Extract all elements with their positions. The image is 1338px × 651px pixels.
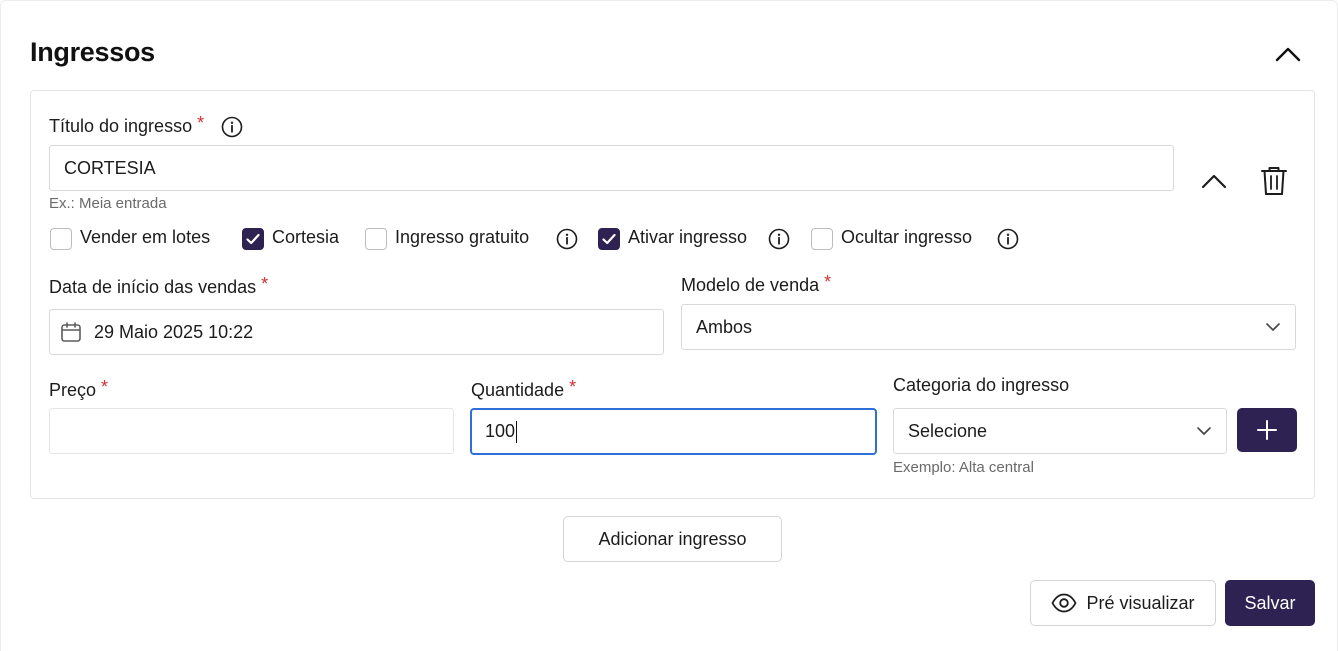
- checkbox-label: Vender em lotes: [80, 227, 211, 247]
- delete-ticket-button[interactable]: [1257, 163, 1291, 199]
- sale-model-value: Ambos: [696, 316, 753, 337]
- chevron-up-icon: [1201, 174, 1227, 189]
- start-date-input[interactable]: 29 Maio 2025 10:22: [49, 309, 664, 355]
- info-icon[interactable]: [768, 228, 790, 250]
- price-input[interactable]: [49, 408, 454, 454]
- info-icon[interactable]: [221, 116, 243, 138]
- category-helper: Exemplo: Alta central: [893, 459, 1034, 476]
- ticket-card: Título do ingresso * CORTESIA Ex.: Meia e…: [30, 90, 1315, 499]
- ticket-title-helper: Ex.: Meia entrada: [49, 195, 167, 212]
- sale-model-select[interactable]: Ambos: [681, 304, 1296, 350]
- ticket-title-label: Título do ingresso *: [49, 113, 205, 136]
- eye-icon: [1052, 593, 1077, 613]
- section-title: Ingressos: [30, 37, 155, 67]
- category-value: Selecione: [908, 420, 988, 441]
- info-icon[interactable]: [997, 228, 1019, 250]
- calendar-icon: [61, 322, 81, 342]
- chevron-up-icon: [1275, 47, 1301, 62]
- price-label: Preço *: [49, 377, 109, 400]
- quantity-value: 100: [485, 421, 516, 441]
- add-category-button[interactable]: [1237, 408, 1297, 452]
- chevron-down-icon: [1266, 323, 1280, 331]
- info-icon[interactable]: [556, 228, 578, 250]
- chevron-down-icon: [1197, 427, 1211, 435]
- checkbox-ingresso-gratuito[interactable]: [365, 228, 387, 250]
- ticket-title-input[interactable]: CORTESIA: [49, 145, 1174, 191]
- start-date-label: Data de início das vendas *: [49, 274, 269, 297]
- checkbox-vender-em-lotes[interactable]: [50, 228, 72, 250]
- checkbox-ocultar-ingresso[interactable]: [811, 228, 833, 250]
- category-label: Categoria do ingresso: [893, 375, 1070, 395]
- collapse-section-button[interactable]: [1271, 39, 1305, 69]
- quantity-input[interactable]: 100: [470, 408, 877, 455]
- sale-model-label: Modelo de venda *: [681, 272, 832, 295]
- plus-icon: [1257, 420, 1277, 440]
- category-select[interactable]: Selecione: [893, 408, 1227, 454]
- checkbox-cortesia[interactable]: [242, 228, 264, 250]
- check-icon: [602, 233, 616, 245]
- add-ticket-button[interactable]: Adicionar ingresso: [563, 516, 782, 562]
- preview-button[interactable]: Pré visualizar: [1030, 580, 1216, 626]
- start-date-value: 29 Maio 2025 10:22: [94, 321, 254, 342]
- checkbox-ativar-ingresso[interactable]: [598, 228, 620, 250]
- collapse-ticket-button[interactable]: [1197, 166, 1231, 196]
- checkbox-label: Cortesia: [272, 227, 340, 247]
- tickets-section: Ingressos Título do ingresso * CORTESIA E…: [0, 0, 1338, 651]
- ticket-title-value: CORTESIA: [64, 157, 156, 178]
- trash-icon: [1261, 167, 1287, 195]
- check-icon: [246, 233, 260, 245]
- checkbox-label: Ingresso gratuito: [395, 227, 530, 247]
- save-button[interactable]: Salvar: [1225, 580, 1315, 626]
- checkbox-label: Ocultar ingresso: [841, 227, 973, 247]
- checkbox-label: Ativar ingresso: [628, 227, 748, 247]
- text-cursor: [516, 420, 518, 443]
- quantity-label: Quantidade *: [471, 377, 577, 400]
- preview-button-label: Pré visualizar: [1086, 592, 1195, 613]
